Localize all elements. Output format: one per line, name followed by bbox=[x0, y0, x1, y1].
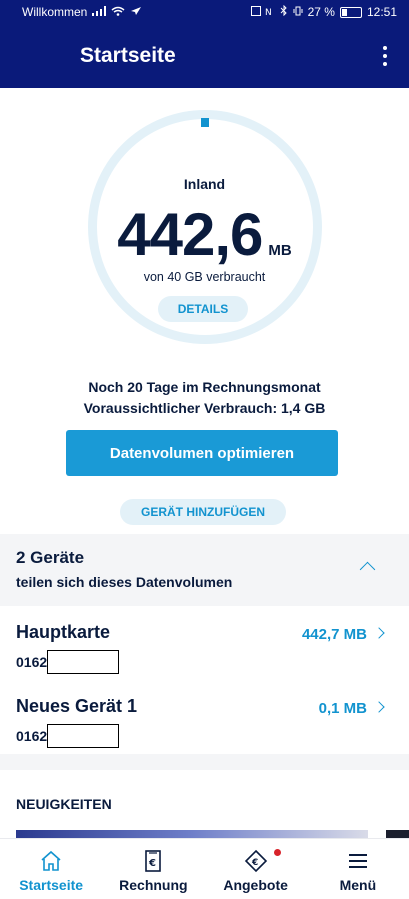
devices-count: 2 Geräte bbox=[16, 548, 85, 567]
optimize-data-button[interactable]: Datenvolumen optimieren bbox=[66, 430, 338, 476]
device-name: Hauptkarte bbox=[16, 622, 111, 642]
device-usage-amount: 442,7 MB bbox=[301, 626, 367, 643]
battery-icon bbox=[339, 6, 362, 18]
add-device-button[interactable]: GERÄT HINZUFÜGEN bbox=[120, 499, 286, 525]
wifi-icon bbox=[111, 5, 125, 19]
nav-label: Startseite bbox=[19, 877, 84, 893]
device-number-prefix: 0162 bbox=[16, 728, 48, 744]
nav-menu[interactable]: Menü bbox=[307, 839, 409, 899]
device-usage-amount: 0,1 MB bbox=[318, 700, 367, 717]
nav-label: Menü bbox=[339, 877, 377, 893]
page-title: Startseite bbox=[80, 44, 176, 67]
nav-label: Angebote bbox=[223, 877, 288, 893]
nav-rechnung[interactable]: € Rechnung bbox=[102, 839, 204, 899]
usage-ring-progress bbox=[201, 118, 209, 127]
svg-text:N: N bbox=[265, 8, 272, 16]
notification-dot bbox=[273, 849, 281, 856]
clock: 12:51 bbox=[366, 5, 397, 19]
device-number: 0162 bbox=[16, 724, 120, 748]
redacted-number bbox=[47, 650, 120, 674]
nfc-icon: N bbox=[250, 5, 275, 19]
forecast-value: 1,4 GB bbox=[281, 400, 326, 416]
section-divider bbox=[0, 754, 409, 770]
usage-unit: MB bbox=[268, 242, 292, 259]
redacted-number bbox=[47, 724, 120, 748]
euro-document-icon: € bbox=[141, 849, 165, 873]
signal-icon bbox=[92, 5, 107, 19]
details-button[interactable]: DETAILS bbox=[158, 296, 248, 322]
status-bar: Willkommen N 27 % 12:51 bbox=[0, 0, 409, 24]
news-heading: NEUIGKEITEN bbox=[16, 796, 112, 812]
svg-text:€: € bbox=[148, 858, 156, 869]
nav-angebote[interactable]: € Angebote bbox=[205, 839, 307, 899]
nav-label: Rechnung bbox=[119, 877, 188, 893]
home-icon bbox=[39, 849, 63, 873]
forecast-prefix: Voraussichtlicher Verbrauch: bbox=[83, 400, 281, 416]
nav-startseite[interactable]: Startseite bbox=[0, 839, 102, 899]
vibrate-icon bbox=[293, 5, 303, 19]
hamburger-menu-icon bbox=[346, 849, 370, 873]
location-icon bbox=[130, 5, 142, 19]
device-number-prefix: 0162 bbox=[16, 654, 48, 670]
usage-value: 442,6 bbox=[117, 201, 263, 268]
devices-header[interactable]: 2 Geräte teilen sich dieses Datenvolumen bbox=[0, 534, 409, 606]
billing-forecast: Voraussichtlicher Verbrauch: 1,4 GB bbox=[0, 400, 409, 416]
device-number: 0162 bbox=[16, 650, 120, 674]
app-bar: Startseite bbox=[0, 24, 409, 88]
usage-value-row: 442,6 MB bbox=[0, 200, 409, 269]
usage-subtitle: von 40 GB verbraucht bbox=[143, 270, 266, 284]
devices-subtitle: teilen sich dieses Datenvolumen bbox=[16, 574, 233, 590]
euro-tag-icon: € bbox=[244, 849, 281, 873]
carrier-label: Willkommen bbox=[22, 5, 88, 19]
billing-days-left: Noch 20 Tage im Rechnungsmonat bbox=[88, 379, 321, 395]
device-row-main[interactable]: Hauptkarte 0162 442,7 MB bbox=[0, 622, 409, 692]
bluetooth-icon bbox=[280, 4, 288, 19]
overflow-menu-icon[interactable] bbox=[383, 46, 387, 66]
svg-text:€: € bbox=[251, 858, 258, 868]
usage-region-label: Inland bbox=[183, 176, 226, 192]
bottom-navigation: Startseite € Rechnung € Angebote Menü bbox=[0, 838, 409, 899]
device-name: Neues Gerät 1 bbox=[16, 696, 138, 716]
battery-percent: 27 % bbox=[307, 5, 335, 19]
